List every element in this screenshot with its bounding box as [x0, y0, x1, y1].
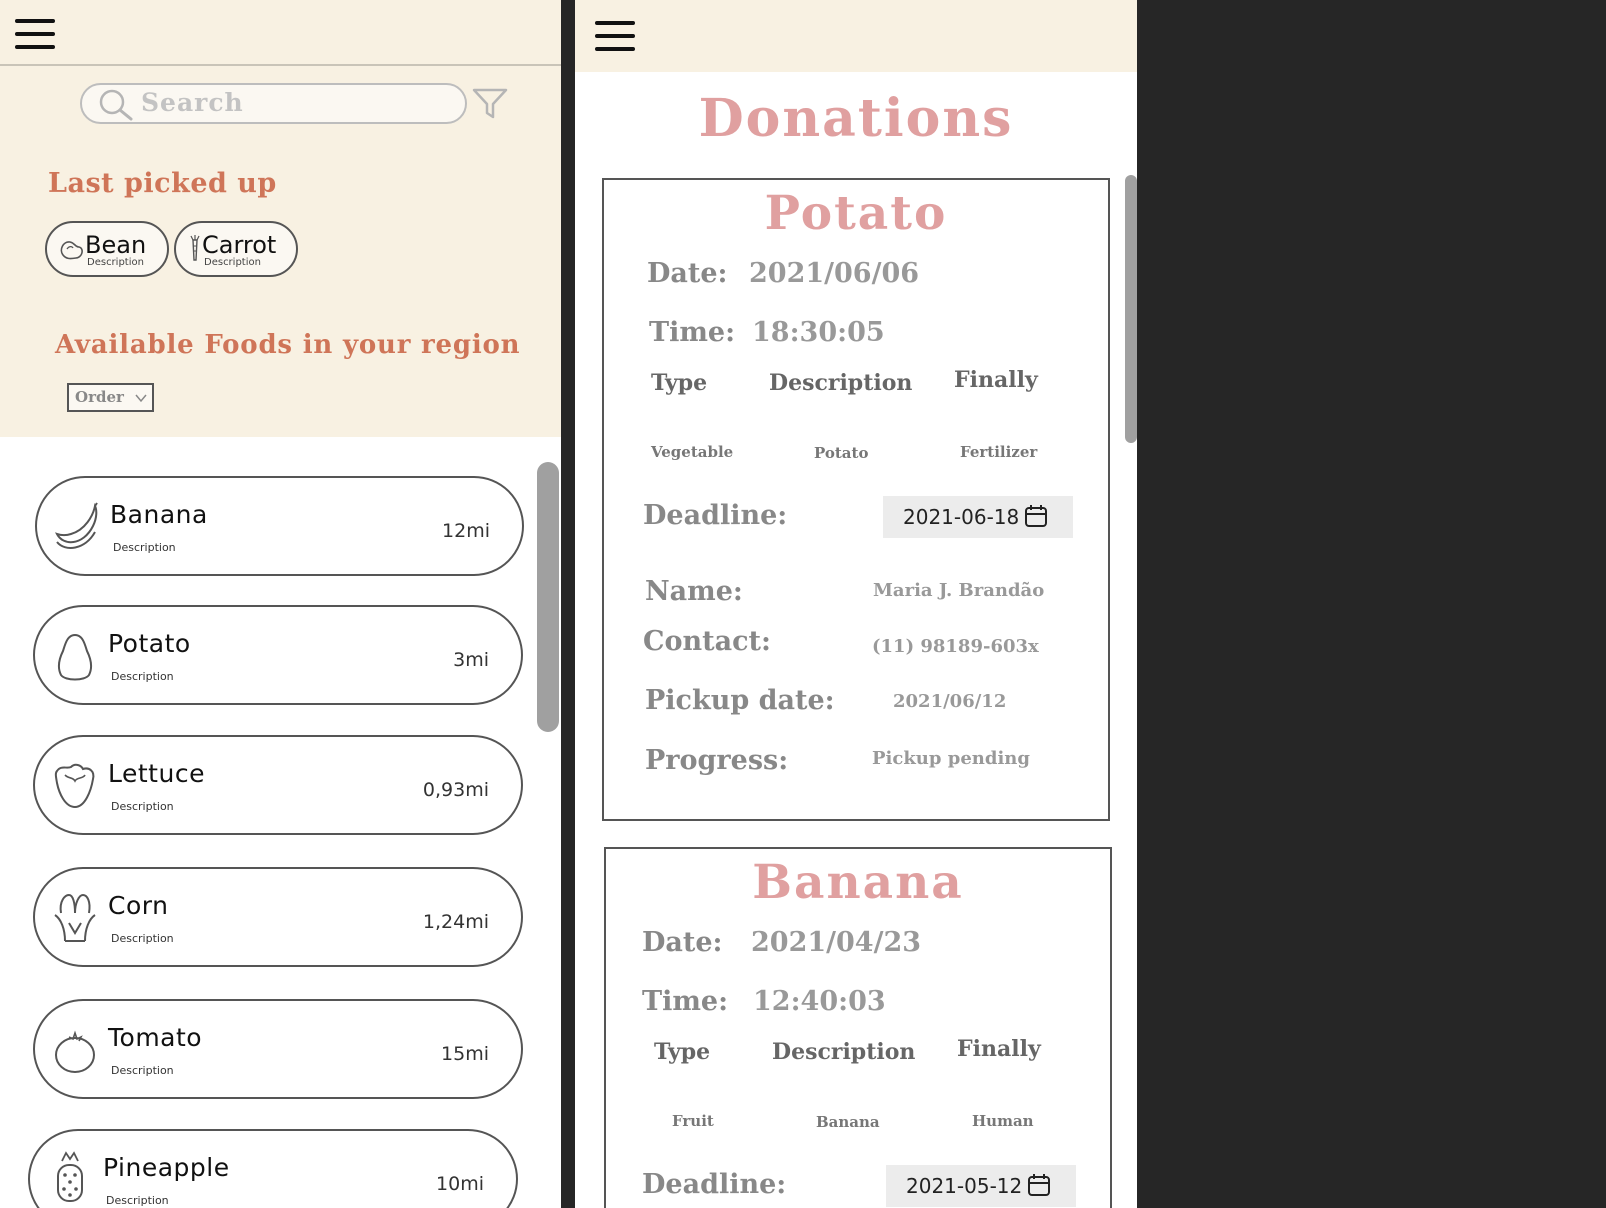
food-distance: 3mi	[453, 649, 489, 671]
lettuce-icon	[54, 763, 95, 809]
description-header: Description	[772, 1039, 916, 1065]
date-label: Date:	[642, 927, 723, 958]
time-value: 18:30:05	[752, 317, 885, 348]
banana-icon	[55, 502, 98, 549]
deadline-label: Deadline:	[642, 1169, 787, 1200]
food-distance: 15mi	[441, 1043, 489, 1065]
last-picked-chip-carrot[interactable]: Carrot Description	[174, 221, 298, 277]
bean-icon	[60, 241, 83, 260]
food-item-banana[interactable]: Banana Description 12mi	[35, 476, 524, 576]
food-description: Description	[111, 800, 174, 813]
last-picked-title: Last picked up	[48, 168, 277, 199]
food-distance: 0,93mi	[422, 779, 489, 801]
deadline-value: 2021-06-18	[903, 505, 1020, 529]
type-header: Type	[651, 370, 708, 396]
food-description: Description	[111, 1064, 174, 1077]
food-name: Tomato	[108, 1023, 203, 1052]
donation-title: Potato	[764, 186, 948, 241]
deadline-date-picker[interactable]: 2021-05-12	[886, 1165, 1076, 1207]
donation-card-potato: Potato Date: 2021/06/06 Time: 18:30:05 T…	[602, 178, 1110, 821]
time-label: Time:	[649, 317, 736, 348]
search-placeholder: Search	[141, 88, 244, 117]
left-header: Search Last picked up Bean Description C…	[0, 0, 561, 437]
food-list-scrollbar[interactable]	[537, 462, 559, 732]
description-value: Banana	[816, 1113, 880, 1131]
pickup-date-label: Pickup date:	[645, 685, 835, 716]
progress-label: Progress:	[645, 745, 789, 776]
food-distance: 12mi	[442, 520, 490, 542]
donations-screen: Donations Potato Date: 2021/06/06 Time: …	[575, 0, 1137, 1208]
donation-title: Banana	[752, 855, 964, 910]
chip-description: Description	[204, 257, 261, 268]
food-description: Description	[111, 670, 174, 683]
calendar-icon	[1028, 1174, 1050, 1196]
order-dropdown[interactable]: Order	[67, 383, 154, 412]
contact-value: (11) 98189-603x	[872, 636, 1039, 657]
type-header: Type	[654, 1039, 711, 1065]
food-name: Potato	[108, 629, 191, 658]
time-label: Time:	[642, 986, 729, 1017]
deadline-date-picker[interactable]: 2021-06-18	[883, 496, 1073, 538]
food-list-screen: Search Last picked up Bean Description C…	[0, 0, 561, 1208]
finally-header: Finally	[954, 367, 1038, 393]
calendar-icon	[1025, 505, 1047, 527]
date-label: Date:	[647, 258, 728, 289]
header-divider	[0, 64, 561, 66]
type-value: Vegetable	[651, 443, 734, 461]
description-value: Potato	[814, 444, 869, 462]
chip-label: Bean	[85, 231, 147, 259]
name-label: Name:	[645, 576, 743, 607]
food-description: Description	[106, 1194, 169, 1207]
description-header: Description	[769, 370, 913, 396]
name-value: Maria J. Brandão	[873, 580, 1045, 601]
food-item-pineapple[interactable]: Pineapple Description 10mi	[28, 1129, 518, 1208]
order-label: Order	[75, 388, 124, 406]
chip-label: Carrot	[202, 231, 277, 259]
food-distance: 1,24mi	[422, 911, 489, 933]
chip-description: Description	[87, 257, 144, 268]
food-distance: 10mi	[436, 1173, 484, 1195]
food-description: Description	[111, 932, 174, 945]
food-name: Banana	[110, 500, 208, 529]
food-item-lettuce[interactable]: Lettuce Description 0,93mi	[33, 735, 523, 835]
menu-icon[interactable]	[15, 19, 55, 49]
finally-header: Finally	[957, 1036, 1041, 1062]
potato-icon	[57, 633, 93, 681]
search-icon	[99, 89, 133, 121]
page-title: Donations	[698, 88, 1014, 149]
available-foods-title: Available Foods in your region	[55, 330, 521, 360]
tomato-icon	[55, 1030, 95, 1073]
last-picked-chip-bean[interactable]: Bean Description	[45, 221, 169, 277]
deadline-label: Deadline:	[643, 500, 788, 531]
donations-scrollbar[interactable]	[1125, 175, 1137, 443]
chevron-down-icon	[135, 394, 147, 403]
type-value: Fruit	[672, 1112, 714, 1130]
menu-icon[interactable]	[595, 21, 635, 51]
corn-icon	[54, 893, 96, 942]
search-input[interactable]: Search	[80, 83, 467, 124]
filter-icon[interactable]	[472, 87, 508, 120]
right-header	[575, 0, 1137, 72]
pickup-date-value: 2021/06/12	[893, 691, 1007, 712]
deadline-value: 2021-05-12	[906, 1174, 1023, 1198]
contact-label: Contact:	[643, 626, 771, 657]
food-item-potato[interactable]: Potato Description 3mi	[33, 605, 523, 705]
food-description: Description	[113, 541, 176, 554]
food-item-corn[interactable]: Corn Description 1,24mi	[33, 867, 523, 967]
time-value: 12:40:03	[753, 986, 886, 1017]
food-name: Corn	[108, 891, 169, 920]
finally-value: Fertilizer	[960, 443, 1038, 461]
date-value: 2021/06/06	[749, 258, 920, 289]
progress-value: Pickup pending	[872, 748, 1030, 769]
food-item-tomato[interactable]: Tomato Description 15mi	[33, 999, 523, 1099]
donation-card-banana: Banana Date: 2021/04/23 Time: 12:40:03 T…	[604, 847, 1112, 1208]
food-name: Pineapple	[103, 1153, 230, 1182]
date-value: 2021/04/23	[751, 927, 922, 958]
panel-separator	[561, 0, 575, 1208]
food-name: Lettuce	[108, 759, 205, 788]
finally-value: Human	[972, 1112, 1034, 1130]
pineapple-icon	[57, 1151, 83, 1202]
